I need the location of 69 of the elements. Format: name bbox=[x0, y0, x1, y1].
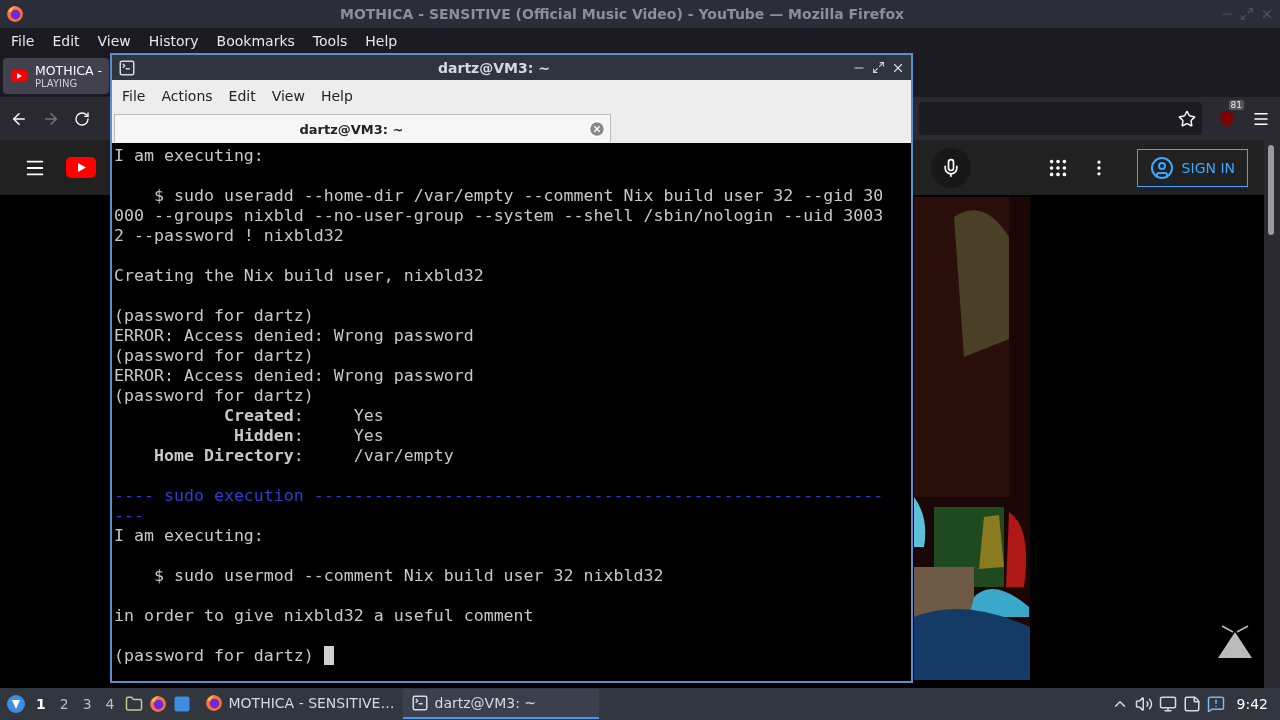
menu-item[interactable]: Edit bbox=[43, 33, 89, 49]
terminal-line: Created: Yes bbox=[222, 406, 384, 426]
star-icon[interactable] bbox=[1178, 109, 1196, 128]
notification-icon[interactable] bbox=[1206, 695, 1225, 713]
window-title: dartz@VM3: ~ bbox=[437, 59, 551, 76]
terminal-line: $ sudo usermod --comment Nix build user 32 nixbld32 bbox=[152, 566, 664, 586]
terminal-line: in order to give nixbld32 a useful comment bbox=[114, 606, 534, 626]
tab-status: PLAYING bbox=[35, 77, 79, 89]
terminal-line: Hidden: Yes bbox=[232, 426, 384, 446]
terminal-line: ERROR: Access denied: Wrong password bbox=[114, 366, 474, 386]
volume-icon[interactable] bbox=[1134, 695, 1153, 713]
clock: 9:42 bbox=[1235, 696, 1269, 712]
window-icon[interactable] bbox=[172, 695, 191, 713]
firefox-icon[interactable] bbox=[148, 695, 167, 713]
notes-icon[interactable] bbox=[1182, 695, 1201, 713]
menu-item[interactable]: View bbox=[88, 33, 140, 49]
terminal-line: $ sudo useradd --home-dir /var/empty --comment Nix build user 32 --gid 30 bbox=[152, 186, 884, 206]
menu-item[interactable]: Bookmarks bbox=[207, 33, 304, 49]
menu-item[interactable]: Actions bbox=[153, 88, 221, 104]
menu-item[interactable]: History bbox=[139, 33, 208, 49]
network-icon[interactable] bbox=[1158, 695, 1177, 713]
terminal-line: ERROR: Access denied: Wrong password bbox=[114, 326, 474, 346]
taskbar-task[interactable]: MOTHICA - SENSITIVE… bbox=[196, 689, 397, 719]
terminal-icon bbox=[118, 58, 136, 77]
terminal-line: --- bbox=[114, 506, 144, 526]
workspace-button[interactable]: 1 bbox=[32, 696, 50, 712]
reload-icon[interactable] bbox=[74, 110, 90, 127]
terminal-icon bbox=[410, 694, 429, 712]
workspace-button[interactable]: 2 bbox=[55, 696, 73, 712]
window-title: MOTHICA - SENSITIVE (Official Music Video) - YouTube — Mozilla Firefox bbox=[338, 6, 906, 22]
terminal-line: I am executing: bbox=[114, 146, 264, 166]
folder-icon[interactable] bbox=[124, 695, 143, 713]
menu-item[interactable]: File bbox=[2, 33, 44, 49]
close-tab-icon[interactable] bbox=[588, 120, 606, 138]
terminal-line: I am executing: bbox=[114, 526, 264, 546]
terminal-tab[interactable]: dartz@VM3: ~ bbox=[114, 114, 611, 143]
addon-badge: 81 bbox=[1228, 99, 1244, 110]
menu-item[interactable]: File bbox=[114, 88, 154, 104]
sign-in-button[interactable]: SIGN IN bbox=[1136, 148, 1248, 187]
workspace-button[interactable]: 3 bbox=[78, 696, 96, 712]
youtube-icon bbox=[11, 69, 27, 82]
menu-item[interactable]: Tools bbox=[303, 33, 357, 49]
text-cursor bbox=[323, 646, 334, 665]
youtube-logo[interactable] bbox=[66, 157, 96, 178]
workspace-button[interactable]: 4 bbox=[101, 696, 119, 712]
terminal-line: 000 --groups nixbld --no-user-group --system --shell /sbin/nologin --uid 3003 bbox=[114, 206, 884, 226]
terminal-line: ---- sudo execution --------------------------------------------------------- bbox=[114, 486, 884, 506]
browser-tab[interactable]: MOTHICA - PLAYING bbox=[3, 57, 109, 94]
terminal-line: (password for dartz) bbox=[114, 346, 314, 366]
terminal-line: (password for dartz) bbox=[114, 646, 315, 666]
terminal-line: 2 --password ! nixbld32 bbox=[114, 226, 344, 246]
menu-item[interactable]: Help bbox=[356, 33, 407, 49]
terminal-line: (password for dartz) bbox=[114, 306, 314, 326]
firefox-icon[interactable] bbox=[204, 694, 223, 712]
firefox-icon[interactable] bbox=[6, 5, 24, 23]
terminal-line: (password for dartz) bbox=[114, 386, 314, 406]
menu-item[interactable]: View bbox=[263, 88, 313, 104]
maximize-icon[interactable] bbox=[872, 60, 885, 74]
menu-item[interactable]: Edit bbox=[220, 88, 264, 104]
taskbar-task[interactable]: dartz@VM3: ~ bbox=[402, 689, 599, 719]
tab-title: MOTHICA - bbox=[35, 62, 103, 78]
menu-item[interactable]: Help bbox=[312, 88, 361, 104]
scrollbar[interactable] bbox=[1264, 140, 1280, 688]
task-label: dartz@VM3: ~ bbox=[434, 695, 537, 711]
task-label: MOTHICA - SENSITIVE… bbox=[228, 695, 395, 711]
terminal-line: Creating the Nix build user, nixbld32 bbox=[114, 266, 484, 286]
terminal-line: Home Directory: /var/empty bbox=[152, 446, 454, 466]
account-icon bbox=[1149, 155, 1174, 180]
start-menu-icon[interactable] bbox=[6, 694, 26, 714]
